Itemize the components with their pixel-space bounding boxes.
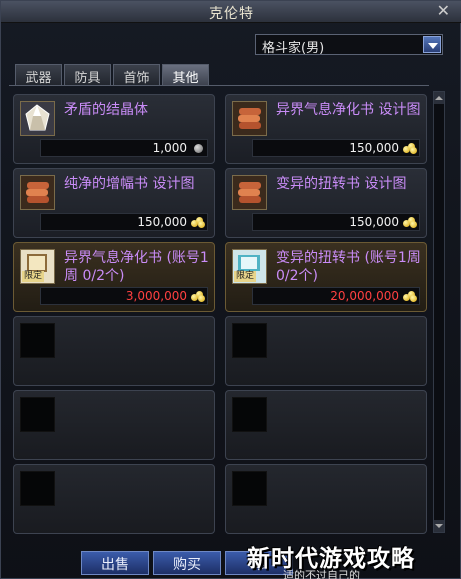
category-tabs: 武器 防具 首饰 其他 <box>15 64 209 86</box>
title-bar[interactable]: 克伦特 ✕ <box>1 1 461 23</box>
watermark-subtext: 适的不过自己的 <box>283 569 360 579</box>
item-name: 变异的扭转书 (账号1周 0/2个) <box>276 250 421 284</box>
scroll-icon <box>232 175 267 210</box>
empty-slot <box>13 316 215 386</box>
job-filter-value: 格斗家(男) <box>262 41 325 56</box>
tab-accessories[interactable]: 首饰 <box>113 64 160 86</box>
item-list-scrollbar[interactable] <box>433 91 445 533</box>
limited-badge: 限定 <box>22 271 45 282</box>
empty-slot <box>13 464 215 534</box>
item-name: 变异的扭转书 设计图 <box>276 176 407 192</box>
window-title: 克伦特 <box>209 6 254 22</box>
job-filter-select[interactable]: 格斗家(男) <box>255 34 443 56</box>
chevron-down-icon[interactable] <box>423 36 441 53</box>
item-price: 150,000 <box>252 139 420 157</box>
crystal-icon <box>20 101 55 136</box>
empty-slot-icon <box>232 397 267 432</box>
item-name: 异界气息净化书 (账号1周 0/2个) <box>64 250 209 284</box>
scroll-up-icon[interactable] <box>434 92 444 104</box>
limited-book-icon: 限定 <box>232 249 267 284</box>
empty-slot-icon <box>232 323 267 358</box>
item-price: 150,000 <box>252 213 420 231</box>
scroll-icon <box>232 101 267 136</box>
npc-shop-window: 克伦特 ✕ 格斗家(男) 武器 防具 首饰 其他 矛盾的结晶体 1,000 异界… <box>0 0 461 579</box>
empty-slot-icon <box>20 323 55 358</box>
gold-coin-icon <box>403 216 417 228</box>
shop-item[interactable]: 异界气息净化书 设计图 150,000 <box>225 94 427 164</box>
coin-gray-icon <box>191 142 205 154</box>
scroll-icon <box>20 175 55 210</box>
empty-slot <box>13 390 215 460</box>
scroll-down-icon[interactable] <box>434 520 444 532</box>
shop-item[interactable]: 变异的扭转书 设计图 150,000 <box>225 168 427 238</box>
empty-slot <box>225 316 427 386</box>
close-icon[interactable]: ✕ <box>437 1 450 20</box>
item-price: 1,000 <box>40 139 208 157</box>
item-name: 纯净的增幅书 设计图 <box>64 176 195 192</box>
tab-armor[interactable]: 防具 <box>64 64 111 86</box>
gold-coin-icon <box>403 142 417 154</box>
buy-button[interactable]: 购买 <box>153 551 221 575</box>
empty-slot-icon <box>20 471 55 506</box>
empty-slot-icon <box>20 397 55 432</box>
empty-slot <box>225 464 427 534</box>
gold-coin-icon <box>403 290 417 302</box>
shop-item-limited[interactable]: 限定 变异的扭转书 (账号1周 0/2个) 20,000,000 <box>225 242 427 312</box>
gold-coin-icon <box>191 290 205 302</box>
limited-badge: 限定 <box>234 271 257 282</box>
item-price: 150,000 <box>40 213 208 231</box>
shop-item-limited[interactable]: 限定 异界气息净化书 (账号1周 0/2个) 3,000,000 <box>13 242 215 312</box>
shop-item[interactable]: 矛盾的结晶体 1,000 <box>13 94 215 164</box>
shop-item[interactable]: 纯净的增幅书 设计图 150,000 <box>13 168 215 238</box>
item-price: 20,000,000 <box>252 287 420 305</box>
tab-weapons[interactable]: 武器 <box>15 64 62 86</box>
item-grid: 矛盾的结晶体 1,000 异界气息净化书 设计图 150,000 纯净的增幅书 … <box>9 85 429 541</box>
item-price: 3,000,000 <box>40 287 208 305</box>
gold-coin-icon <box>191 216 205 228</box>
item-name: 矛盾的结晶体 <box>64 102 148 118</box>
sell-button[interactable]: 出售 <box>81 551 149 575</box>
empty-slot <box>225 390 427 460</box>
limited-book-icon: 限定 <box>20 249 55 284</box>
empty-slot-icon <box>232 471 267 506</box>
item-name: 异界气息净化书 设计图 <box>276 102 421 118</box>
tab-other[interactable]: 其他 <box>162 64 209 86</box>
